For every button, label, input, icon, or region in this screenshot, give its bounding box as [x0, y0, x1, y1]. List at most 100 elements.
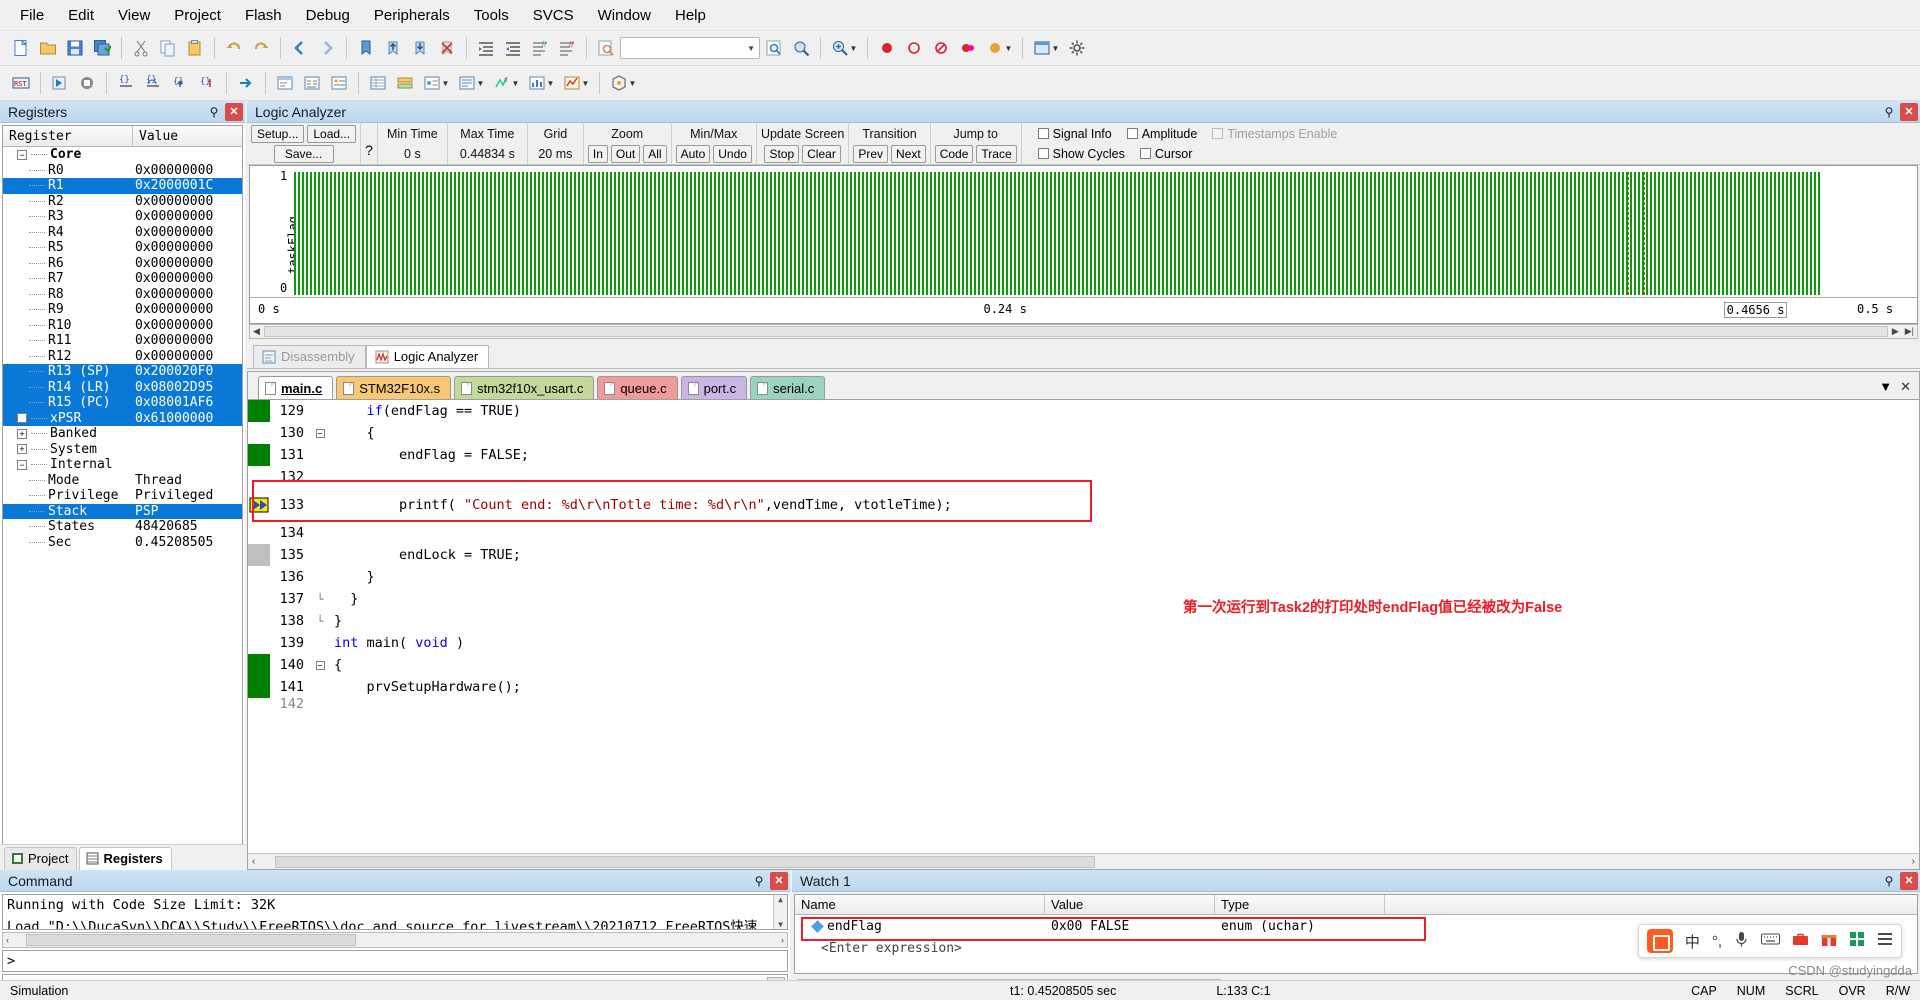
register-row-r3[interactable]: R3 0x00000000	[3, 209, 242, 225]
collapse-icon[interactable]: −	[315, 428, 325, 438]
la-clear-button[interactable]: Clear	[802, 144, 841, 163]
command-input[interactable]: >	[2, 950, 788, 972]
run-icon[interactable]	[47, 70, 73, 96]
register-row-mode[interactable]: Mode Thread	[3, 473, 242, 489]
bookmark-clear-icon[interactable]	[434, 35, 460, 61]
menu-item-tools[interactable]: Tools	[462, 3, 521, 28]
comment-icon[interactable]: //	[527, 35, 553, 61]
la-zoom-in-button[interactable]: In	[587, 144, 608, 163]
register-row-r14[interactable]: R14 (LR) 0x08002D95	[3, 379, 242, 395]
la-load-button[interactable]: Load...	[307, 124, 357, 143]
find-in-files-icon[interactable]	[593, 35, 619, 61]
scroll-up-icon[interactable]: ▲	[778, 895, 783, 904]
la-horizontal-scrollbar[interactable]: ◀ ▶ ▶|	[249, 324, 1918, 339]
tab-list-dropdown-icon[interactable]: ▼	[1879, 379, 1892, 395]
menu-item-window[interactable]: Window	[586, 3, 663, 28]
register-row-r11[interactable]: R11 0x00000000	[3, 333, 242, 349]
la-signal-info-checkbox[interactable]: Signal Info	[1032, 127, 1118, 141]
call-stack-icon[interactable]	[392, 70, 418, 96]
grid-icon[interactable]	[1849, 931, 1865, 951]
step-over-icon[interactable]: {}	[140, 70, 166, 96]
expand-icon[interactable]: +	[17, 444, 27, 455]
register-row-r7[interactable]: R7 0x00000000	[3, 271, 242, 287]
scroll-left-icon[interactable]: ‹	[3, 935, 12, 945]
code-line-133[interactable]: 133 printf( "Count end: %d\r\nTotle time…	[248, 488, 1919, 522]
scroll-right-icon[interactable]: ›	[1908, 856, 1919, 867]
editor-horizontal-scrollbar[interactable]: ‹ ›	[248, 853, 1919, 869]
watch-value[interactable]: 0x00 FALSE	[1045, 915, 1215, 937]
menu-item-peripherals[interactable]: Peripherals	[362, 3, 462, 28]
register-row-stack[interactable]: Stack PSP	[3, 503, 242, 519]
code-line-142[interactable]: 142	[248, 698, 1919, 710]
scroll-left-icon[interactable]: ◀	[250, 326, 263, 337]
new-file-icon[interactable]	[8, 35, 34, 61]
code-line-135[interactable]: 135 endLock = TRUE;	[248, 544, 1919, 566]
find-combo-icon[interactable]: ▼	[620, 37, 760, 59]
tab-project[interactable]: Project	[4, 847, 78, 870]
menu-item-flash[interactable]: Flash	[233, 3, 294, 28]
register-row-privilege[interactable]: Privilege Privileged	[3, 488, 242, 504]
fold-marker[interactable]: −	[312, 428, 328, 438]
la-jump-trace-button[interactable]: Trace	[976, 144, 1017, 163]
code-line-131[interactable]: 131 endFlag = FALSE;	[248, 444, 1919, 466]
kill-all-breakpoints-icon[interactable]	[928, 35, 954, 61]
stop-icon[interactable]	[74, 70, 100, 96]
window-layout-icon[interactable]: ▼	[1029, 35, 1063, 61]
scroll-end-icon[interactable]: ▶|	[1902, 326, 1917, 337]
scroll-down-icon[interactable]: ▼	[778, 920, 783, 929]
breakpoint-marker[interactable]	[248, 566, 270, 588]
register-row-r0[interactable]: R0 0x00000000	[3, 163, 242, 179]
breakpoint-marker[interactable]	[248, 444, 270, 466]
command-output[interactable]: Running with Code Size Limit: 32K Load "…	[2, 894, 788, 930]
pin-icon[interactable]: ⚲	[1880, 872, 1898, 890]
navigate-back-icon[interactable]	[287, 35, 313, 61]
register-group-core[interactable]: − Core	[3, 147, 242, 163]
file-tab-port-c[interactable]: port.c	[680, 376, 748, 399]
register-row-r4[interactable]: R4 0x00000000	[3, 225, 242, 241]
watch-expand-icon[interactable]	[811, 919, 824, 933]
file-tab-stm32f10x-usart-c[interactable]: stm32f10x_usart.c	[454, 376, 595, 399]
register-row-r13[interactable]: R13 (SP) 0x200020F0	[3, 364, 242, 380]
code-line-138[interactable]: 138 └ }	[248, 610, 1919, 632]
menu-item-view[interactable]: View	[106, 3, 162, 28]
register-row-xpsr[interactable]: + xPSR 0x61000000	[3, 410, 242, 426]
scroll-right-icon[interactable]: ▶	[1889, 326, 1902, 337]
navigate-forward-icon[interactable]	[314, 35, 340, 61]
register-group-internal[interactable]: − Internal	[3, 457, 242, 473]
save-all-icon[interactable]	[89, 35, 115, 61]
file-tab-queue-c[interactable]: queue.c	[597, 376, 678, 399]
code-line-132[interactable]: 132	[248, 466, 1919, 488]
collapse-icon[interactable]: −	[17, 459, 27, 470]
la-cursor-checkbox[interactable]: Cursor	[1134, 147, 1199, 161]
command-horizontal-scrollbar[interactable]: ‹ ›	[2, 932, 788, 948]
zoom-icon[interactable]: ▼	[827, 35, 861, 61]
pin-icon[interactable]: ⚲	[750, 872, 768, 890]
open-file-icon[interactable]	[35, 35, 61, 61]
register-row-r10[interactable]: R10 0x00000000	[3, 318, 242, 334]
keyboard-icon[interactable]	[1761, 932, 1780, 950]
browse-icon[interactable]	[788, 35, 814, 61]
breakpoint-marker[interactable]	[248, 466, 270, 488]
symbols-window-icon[interactable]	[326, 70, 352, 96]
file-tab-serial-c[interactable]: serial.c	[750, 376, 826, 399]
tab-logic-analyzer[interactable]: Logic Analyzer	[365, 345, 490, 368]
la-amplitude-checkbox[interactable]: Amplitude	[1121, 127, 1204, 141]
indent-icon[interactable]	[473, 35, 499, 61]
run-to-cursor-icon[interactable]: {}	[194, 70, 220, 96]
la-transition-next-button[interactable]: Next	[891, 144, 926, 163]
la-zoom-out-button[interactable]: Out	[610, 144, 641, 163]
logic-analyzer-plot[interactable]: taskFlag 1 0 0 s 0.24 s 0.4656 s 0.5 s	[249, 165, 1918, 324]
breakpoint-marker[interactable]	[248, 654, 270, 676]
code-line-134[interactable]: 134	[248, 522, 1919, 544]
expand-icon[interactable]: +	[17, 413, 27, 424]
microphone-icon[interactable]	[1734, 930, 1749, 952]
register-row-states[interactable]: States 48420685	[3, 519, 242, 535]
disable-all-breakpoints-icon[interactable]	[955, 35, 981, 61]
scrollbar-thumb[interactable]	[275, 855, 1096, 868]
la-cursor-line-2[interactable]	[1644, 172, 1646, 295]
register-row-r15[interactable]: R15 (PC) 0x08001AF6	[3, 395, 242, 411]
close-icon[interactable]: ✕	[770, 871, 788, 890]
ime-language-mode[interactable]: 中	[1685, 931, 1700, 952]
code-line-137[interactable]: 137 └ }	[248, 588, 1919, 610]
la-save-button[interactable]: Save...	[273, 144, 334, 163]
